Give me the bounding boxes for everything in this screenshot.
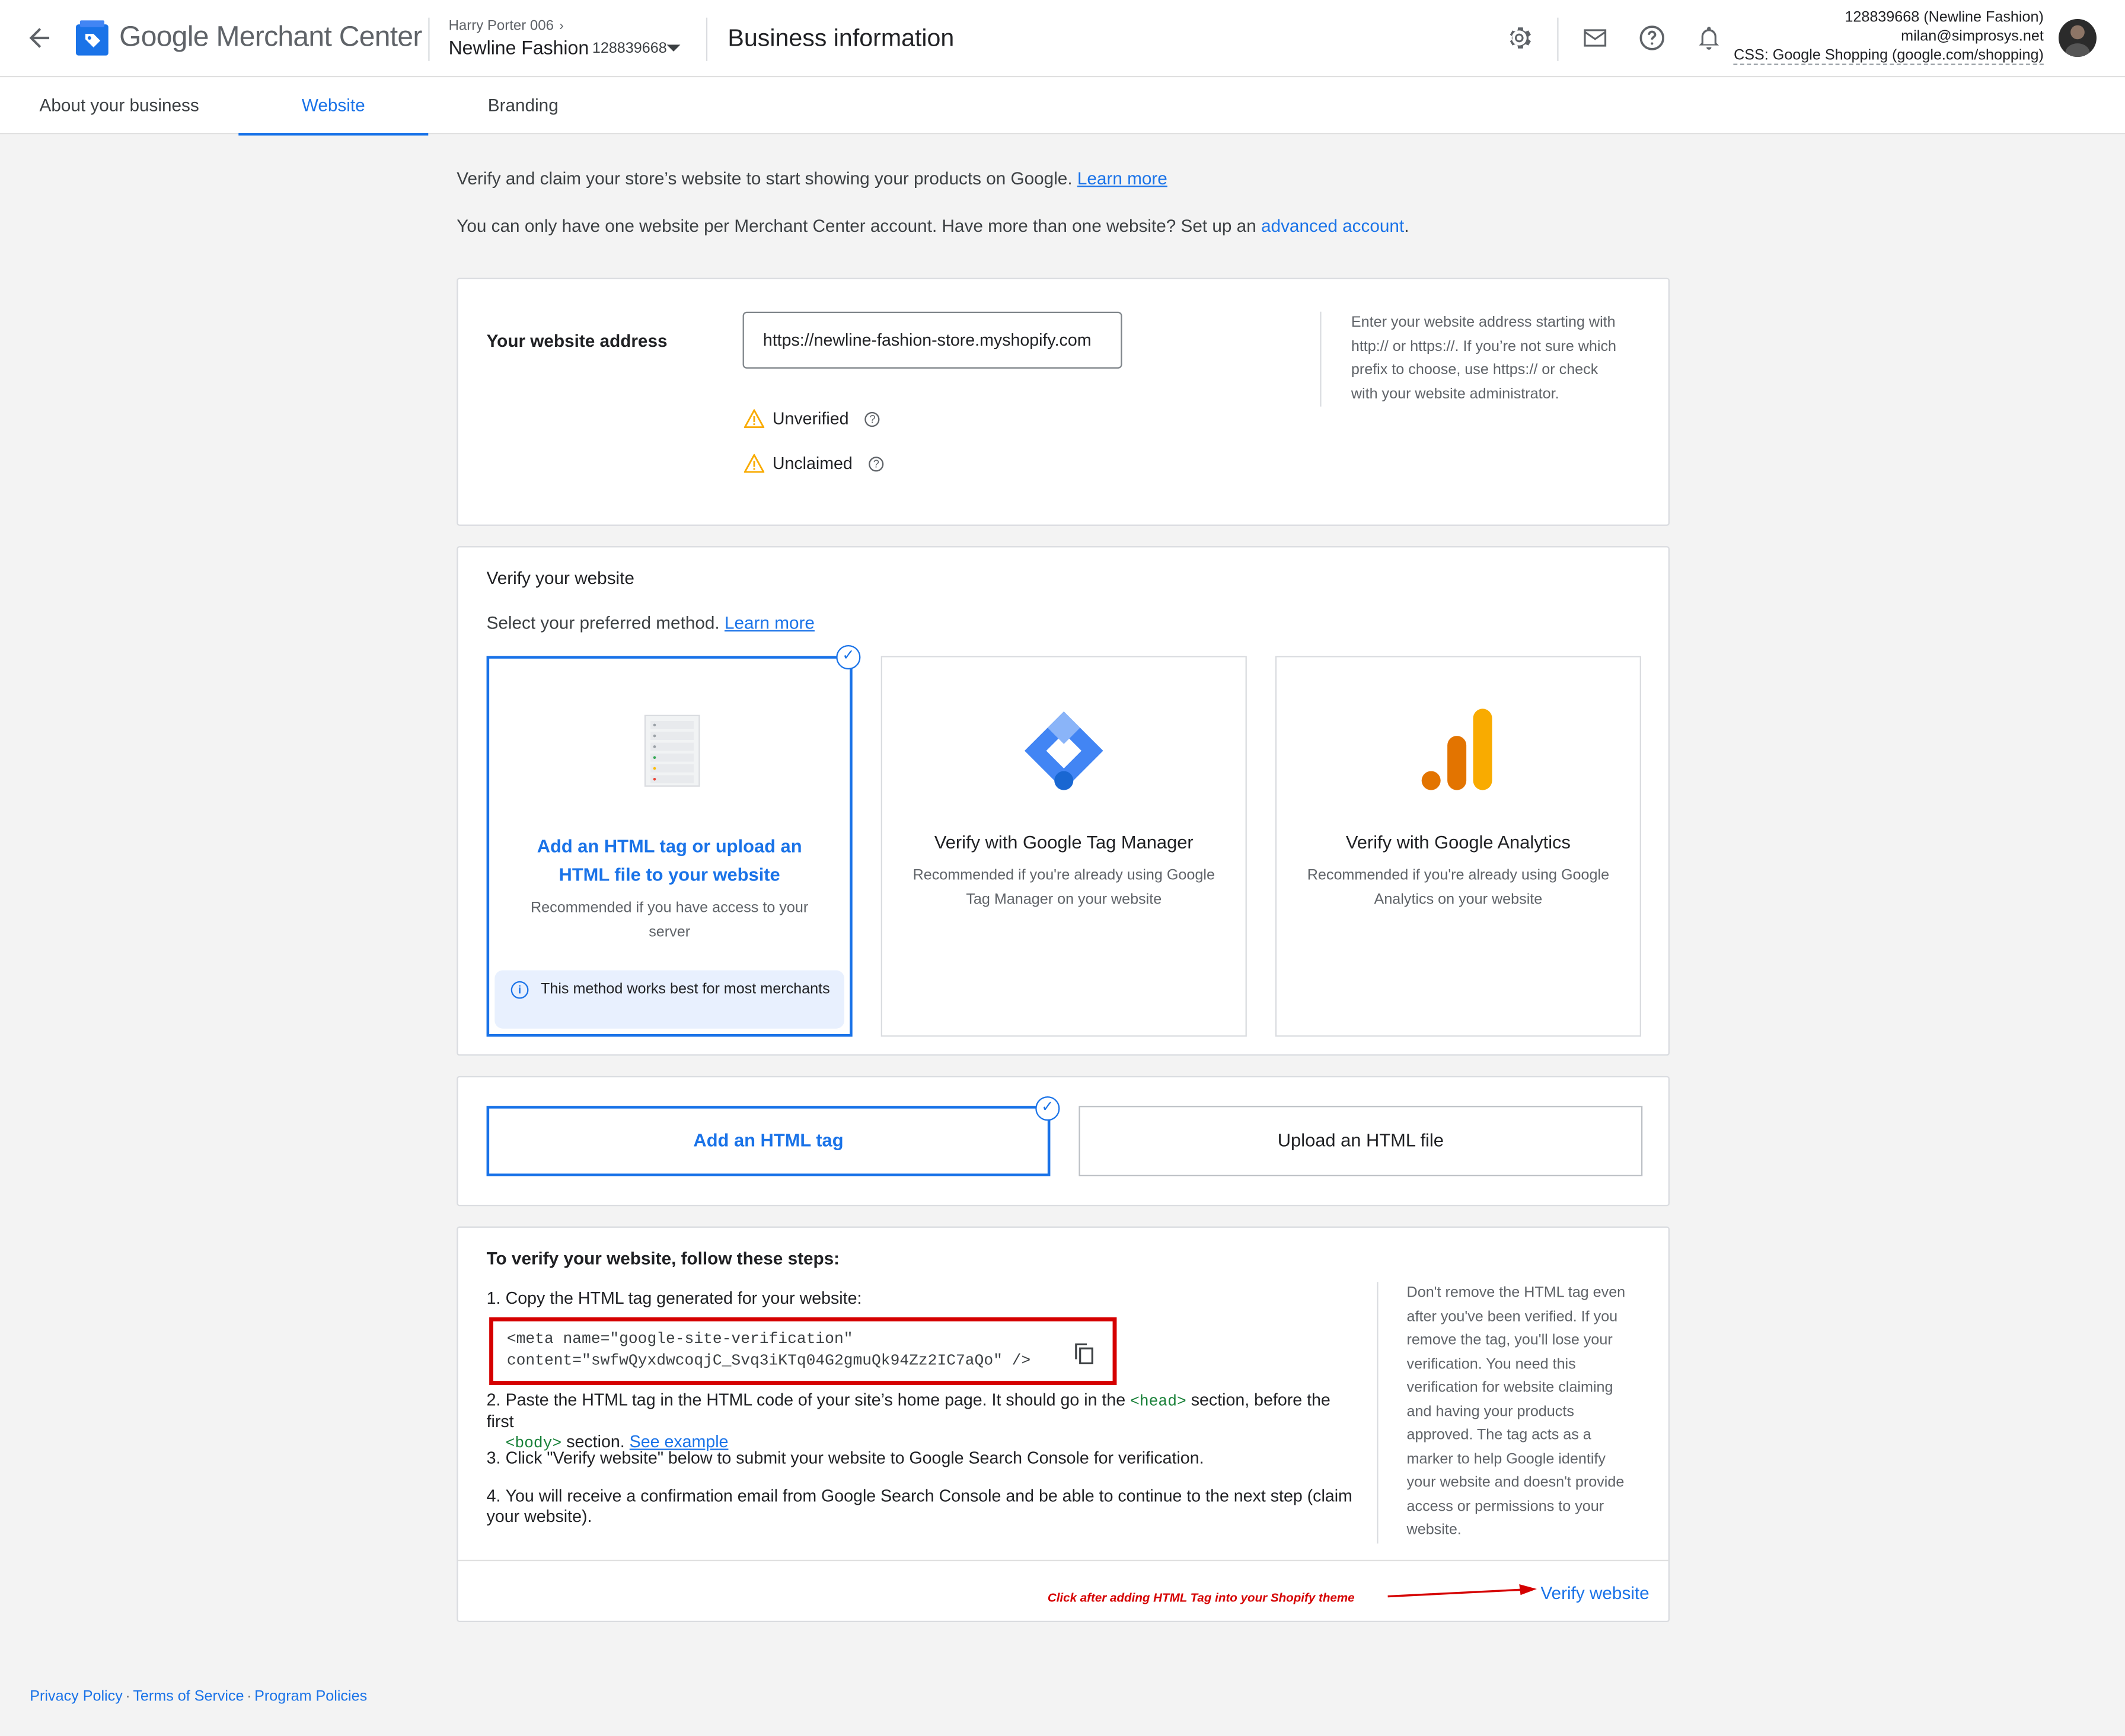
step-1: 1. Copy the HTML tag generated for your w… [486,1288,862,1308]
header-divider [1557,17,1559,61]
warning-triangle-icon [744,454,765,473]
method-html-tag-desc: Recommended if you have access to your s… [531,899,809,940]
page-root: Google Merchant Center Harry Porter 006 ›… [0,0,2125,1736]
merchant-center-logo-icon [75,20,109,56]
tab-bar: About your business Website Branding [0,77,2125,136]
status-unverified-label: Unverified [772,409,849,429]
method-recommendation-banner: i This method works best for most mercha… [494,970,844,1029]
step-3: 3. Click "Verify website" below to submit… [486,1448,1204,1468]
warning-triangle-icon [744,409,765,428]
selected-check-icon: ✓ [836,644,861,670]
mail-icon[interactable] [1580,23,1610,53]
add-html-tag-option[interactable]: Add an HTML tag [486,1106,1051,1176]
method-tag-manager-desc: Recommended if you're already using Goog… [912,867,1215,908]
method-tag-manager-card[interactable]: Verify with Google Tag Manager Recommend… [880,656,1247,1037]
status-unclaimed: Unclaimed ? [744,454,884,473]
website-address-input[interactable] [742,311,1122,369]
tab-branding[interactable]: Branding [428,77,618,134]
tab-about-your-business[interactable]: About your business [0,77,238,134]
html-tag-code-box[interactable]: <meta name="google-site-verification" co… [489,1317,1117,1385]
status-unverified: Unverified ? [744,409,880,428]
website-address-label: Your website address [486,330,668,351]
card-footer-divider [458,1559,1668,1562]
intro-line-2: You can only have one website per Mercha… [457,215,1409,236]
help-icon[interactable] [1637,23,1667,53]
account-id: 128839668 [592,40,667,57]
header-divider [706,17,708,61]
code-line-1: <meta name="google-site-verification" [506,1330,853,1349]
html-tag-warning-note: Don't remove the HTML tag even after you… [1377,1282,1634,1543]
method-html-tag-card[interactable]: Add an HTML tag or upload an HTML file t… [486,656,853,1037]
method-recommendation-text: This method works best for most merchant… [540,981,830,998]
learn-more-link[interactable]: Learn more [1077,168,1167,188]
google-tag-manager-icon [1024,711,1103,790]
advanced-account-link[interactable]: advanced account [1261,215,1404,235]
code-line-2: content="swfwQyxdwcoqjC_Svq3iKTq04G2gmuQ… [506,1351,1031,1370]
copy-icon[interactable] [1075,1343,1094,1365]
privacy-policy-link[interactable]: Privacy Policy [30,1689,122,1705]
intro-line-1: Verify and claim your store’s website to… [457,168,1167,189]
steps-title: To verify your website, follow these ste… [486,1248,840,1269]
verify-website-title: Verify your website [486,567,634,588]
account-name[interactable]: Newline Fashion [449,37,589,59]
back-arrow-icon[interactable] [24,23,54,53]
page-title: Business information [728,24,955,52]
step-2: 2. Paste the HTML tag in the HTML code of… [486,1390,1330,1453]
method-tag-manager-title: Verify with Google Tag Manager [934,832,1194,853]
info-icon: i [510,981,529,999]
verify-website-button[interactable]: Verify website [1540,1583,1649,1603]
terms-of-service-link[interactable]: Terms of Service [133,1689,244,1705]
method-analytics-title: Verify with Google Analytics [1345,832,1571,853]
help-question-icon[interactable]: ? [869,456,884,471]
learn-more-link[interactable]: Learn more [725,612,815,633]
account-dropdown-icon[interactable] [666,44,681,52]
css-program-link[interactable]: CSS: Google Shopping (google.com/shoppin… [1734,47,2044,65]
status-unclaimed-label: Unclaimed [772,454,853,473]
google-analytics-icon [1421,709,1492,790]
user-avatar[interactable] [2058,18,2097,57]
html-method-options-card: Add an HTML tag ✓ Upload an HTML file [457,1076,1670,1207]
header-divider [428,17,430,61]
user-account-label: 128839668 (Newline Fashion) [1845,9,2044,26]
verify-website-card: Verify your website Select your preferre… [457,546,1670,1056]
account-owner[interactable]: Harry Porter 006 › [449,18,564,34]
upload-html-file-option[interactable]: Upload an HTML file [1079,1106,1643,1176]
footer-links: Privacy Policy · Terms of Service · Program … [30,1688,368,1705]
method-analytics-card[interactable]: Verify with Google Analytics Recommended… [1275,656,1641,1037]
selected-check-icon: ✓ [1035,1096,1060,1121]
server-rack-icon [644,714,700,787]
program-policies-link[interactable]: Program Policies [254,1689,367,1705]
step-4: 4. You will receive a confirmation email … [486,1486,1352,1526]
annotation-arrow-icon [1387,1584,1537,1598]
annotation-instruction: Click after adding HTML Tag into your Sh… [1047,1591,1355,1605]
help-question-icon[interactable]: ? [864,411,880,426]
brand-name: Google Merchant Center [119,21,422,53]
method-html-tag-title: Add an HTML tag or upload an HTML file t… [537,836,802,885]
settings-gear-icon[interactable] [1504,23,1534,53]
chevron-right-icon: › [559,18,564,34]
website-address-card: Your website address Unverified ? Unclai… [457,277,1670,526]
website-address-help-note: Enter your website address starting with… [1320,311,1618,407]
verification-steps-card: To verify your website, follow these ste… [457,1226,1670,1622]
notifications-bell-icon[interactable] [1694,23,1724,53]
user-email: milan@simprosys.net [1901,28,2044,45]
top-bar: Google Merchant Center Harry Porter 006 ›… [0,0,2125,78]
tab-website[interactable]: Website [238,77,429,136]
method-analytics-desc: Recommended if you're already using Goog… [1307,867,1610,908]
verify-method-subtitle: Select your preferred method. Learn more [486,612,815,633]
